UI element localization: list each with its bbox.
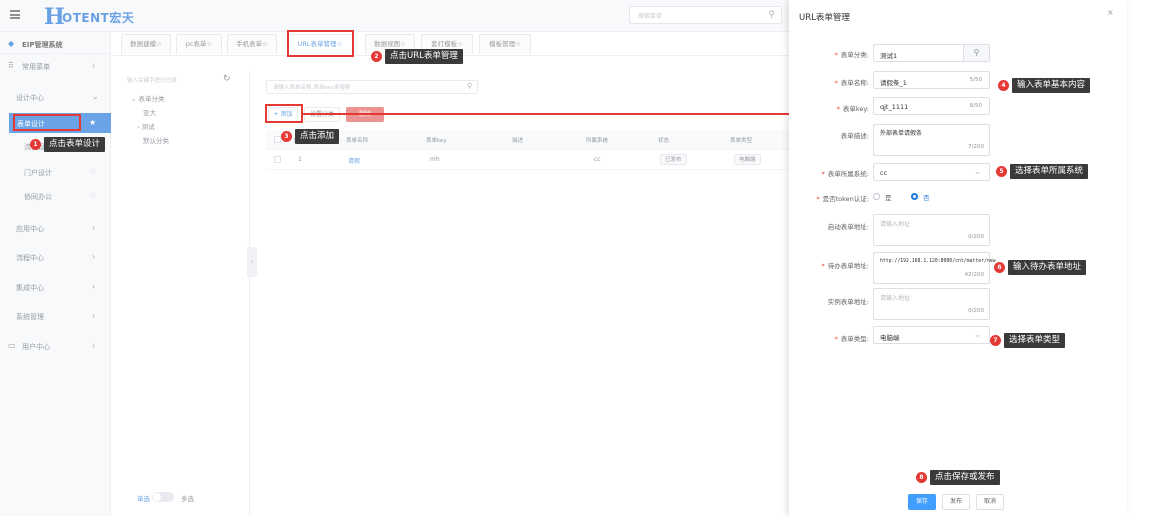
callout-badge-4: 4 — [998, 80, 1009, 91]
label-text: 表单名称: — [840, 79, 869, 87]
field-label-todo-url: * 待办表单地址: — [821, 262, 869, 270]
highlight-form-design — [13, 114, 81, 131]
callout-badge-6: 6 — [994, 262, 1005, 273]
radio-label-yes: 是 — [885, 194, 892, 202]
instance-url-placeholder: 请输入地址 — [880, 295, 911, 302]
radio-yes[interactable] — [873, 193, 880, 200]
char-counter: 5/50 — [969, 77, 982, 83]
search-icon[interactable]: ⚲ — [963, 45, 989, 61]
highlight-add-button — [265, 104, 303, 123]
field-label-name: * 表单名称: — [834, 79, 869, 87]
todo-url-textarea[interactable]: http://192.168.1.120:8080/cnt/matter/new… — [873, 252, 996, 284]
system-value: cc — [880, 169, 888, 177]
callout-badge-3: 3 — [281, 131, 292, 142]
form-type-select[interactable]: 电脑端 ⌄ — [873, 326, 990, 344]
label-text: 表单所属系统: — [827, 170, 869, 178]
callout-tip-8: 点击保存或发布 — [930, 470, 1000, 485]
field-label-instance-url: 实例表单地址: — [789, 296, 869, 306]
instance-url-textarea[interactable]: 请输入地址 0/200 — [873, 288, 990, 320]
save-button[interactable]: 保存 — [908, 494, 936, 510]
callout-tip-4: 输入表单基本内容 — [1012, 78, 1091, 93]
char-counter: 7/200 — [968, 144, 984, 150]
label-text: 实例表单地址: — [827, 298, 869, 306]
char-counter: 0/200 — [968, 308, 984, 314]
form-name-input[interactable]: 请假条_1 5/50 — [873, 71, 990, 89]
system-select[interactable]: cc ⌄ — [873, 163, 990, 181]
flow-arrow-line — [303, 113, 795, 115]
callout-tip-6: 输入待办表单地址 — [1008, 260, 1087, 275]
field-label-token: * 是否token认证: — [816, 195, 869, 203]
field-label-category: * 表单分类: — [834, 51, 869, 59]
modal-overlay[interactable] — [0, 0, 789, 516]
callout-tip-2: 点击URL表单管理 — [385, 49, 463, 64]
field-label-desc: 表单描述: — [789, 130, 869, 140]
chevron-down-icon: ⌄ — [974, 330, 981, 339]
cancel-button[interactable]: 取消 — [976, 494, 1004, 510]
field-label-key: * 表单key: — [836, 105, 869, 113]
form-name-value: 请假条_1 — [880, 79, 907, 87]
token-radio-group: 是 否 — [873, 192, 993, 202]
label-text: 表单类型: — [840, 335, 869, 343]
todo-url-value: http://192.168.1.120:8080/cnt/matter/new — [880, 259, 996, 264]
description-value: 外部表单请假条 — [880, 130, 923, 137]
char-counter: 0/200 — [968, 234, 984, 240]
label-text: 表单分类: — [840, 51, 869, 59]
char-counter: 8/50 — [969, 103, 982, 109]
category-value: 测试1 — [880, 52, 898, 60]
field-label-system: * 表单所属系统: — [821, 170, 869, 178]
form-key-value: qjt_1111 — [880, 103, 909, 111]
callout-tip-7: 选择表单类型 — [1004, 333, 1066, 348]
app-root: H OTENT宏天 搜索菜单 ⚲ ◆ EIP管理系统 常用菜单 ⠿ › 设计中心… — [0, 0, 1172, 516]
chevron-down-icon: ⌄ — [974, 167, 981, 176]
label-text: 是否token认证: — [822, 195, 869, 203]
callout-badge-2: 2 — [371, 51, 382, 62]
callout-tip-1: 点击表单设计 — [44, 137, 106, 152]
callout-badge-8: 8 — [916, 472, 927, 483]
callout-badge-1: 1 — [30, 139, 41, 150]
drawer-title: URL表单管理 — [799, 13, 850, 23]
label-text: 表单描述: — [840, 132, 869, 140]
label-text: 启动表单地址: — [827, 223, 869, 231]
highlight-url-form-tab — [287, 30, 354, 57]
publish-button[interactable]: 发布 — [942, 494, 970, 510]
label-text: 待办表单地址: — [827, 262, 869, 270]
field-label-start-url: 启动表单地址: — [789, 221, 869, 231]
radio-no[interactable] — [911, 193, 918, 200]
form-description-textarea[interactable]: 外部表单请假条 7/200 — [873, 124, 990, 156]
callout-badge-5: 5 — [996, 166, 1007, 177]
callout-tip-5: 选择表单所属系统 — [1010, 164, 1089, 179]
type-value: 电脑端 — [880, 334, 900, 342]
category-field[interactable]: 测试1 ⚲ — [873, 44, 990, 62]
radio-label-no: 否 — [923, 194, 930, 202]
label-text: 表单key: — [842, 105, 869, 113]
start-url-placeholder: 请输入地址 — [880, 221, 911, 228]
field-label-type: * 表单类型: — [834, 335, 869, 343]
form-key-input[interactable]: qjt_1111 8/50 — [873, 97, 990, 115]
char-counter: 42/200 — [964, 272, 984, 278]
callout-tip-3: 点击添加 — [295, 129, 340, 144]
start-url-textarea[interactable]: 请输入地址 0/200 — [873, 214, 990, 246]
close-icon[interactable]: × — [1107, 8, 1114, 17]
callout-badge-7: 7 — [990, 335, 1001, 346]
